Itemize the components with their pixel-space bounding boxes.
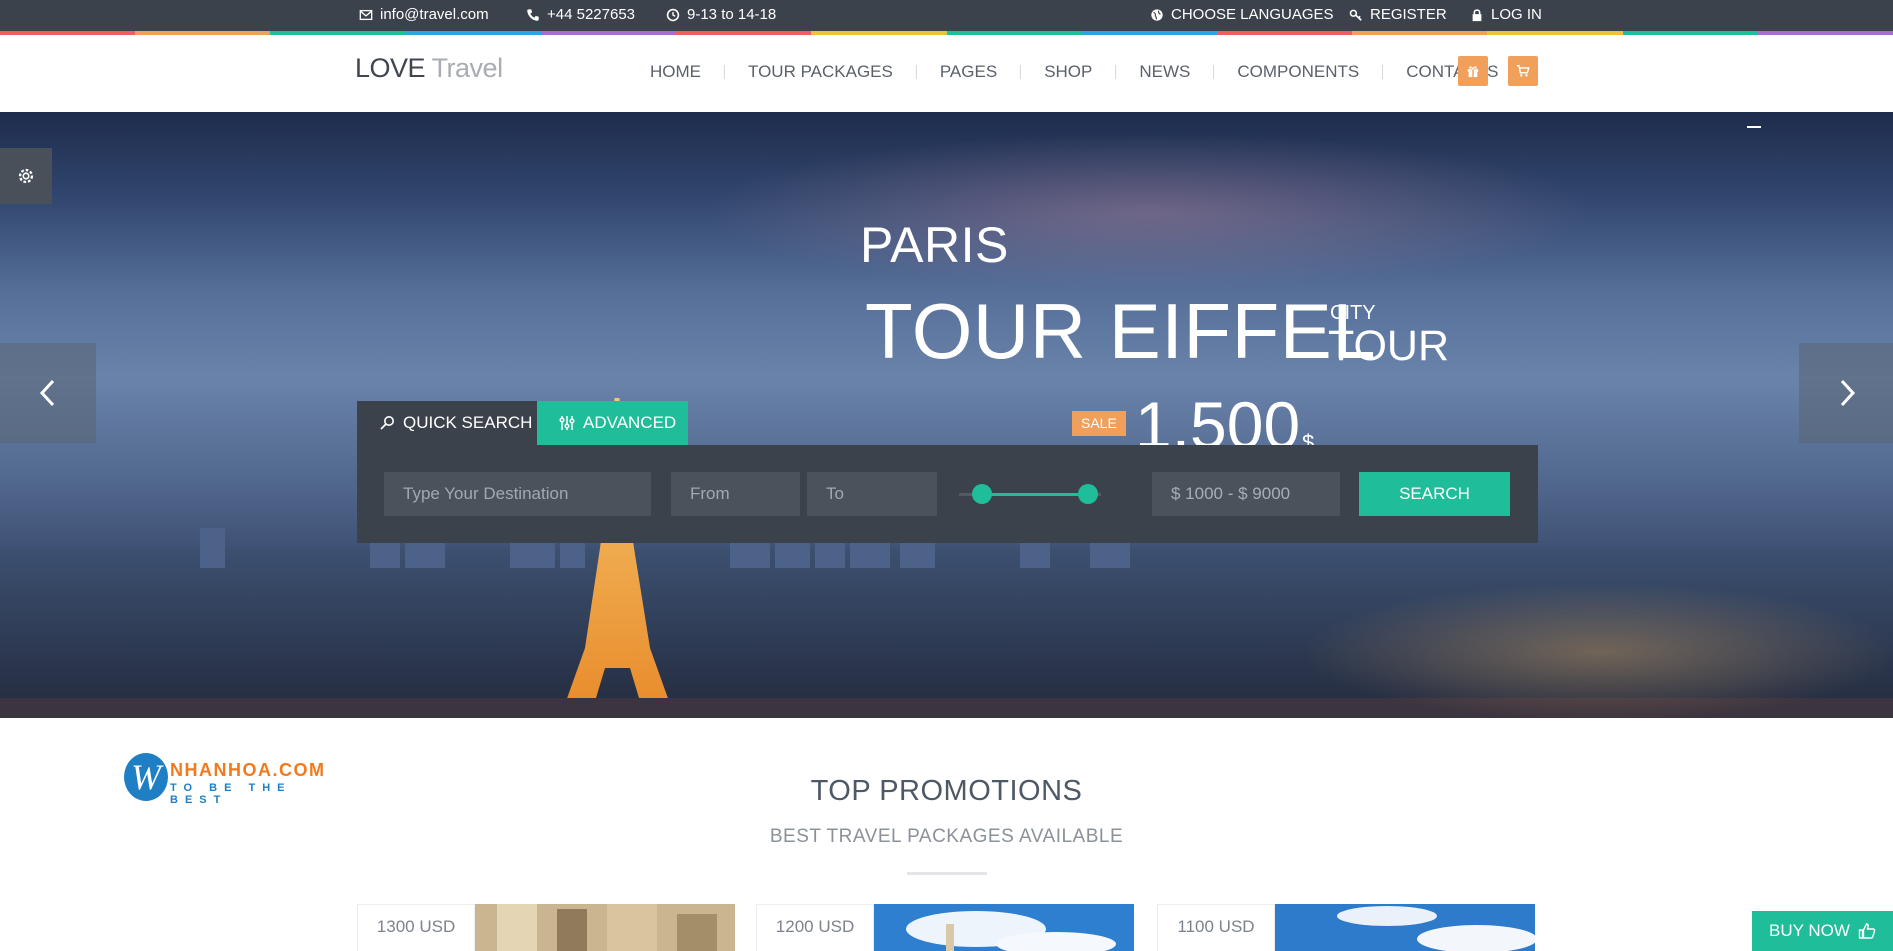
chevron-left-icon (39, 379, 55, 407)
thumbs-up-icon (1858, 923, 1876, 939)
slider-min-handle[interactable] (971, 484, 992, 504)
tab-quick-search-label: QUICK SEARCH (403, 413, 533, 432)
phone-text: +44 5227653 (547, 6, 636, 23)
main-nav: HOME TOUR PACKAGES PAGES SHOP NEWS COMPO… (650, 62, 1498, 82)
slide-title: TOUR EIFFEL (865, 287, 1377, 375)
login-label: LOG IN (1491, 6, 1542, 23)
slide-tag-large: TOUR (1328, 322, 1450, 370)
sale-badge: SALE (1072, 411, 1126, 436)
gear-icon (18, 168, 34, 184)
destination-input[interactable] (384, 472, 651, 516)
slide-city: PARIS (860, 217, 1009, 273)
promo-card[interactable]: 1100 USD (1157, 904, 1535, 951)
lock-icon (1472, 8, 1482, 21)
nav-pages[interactable]: PAGES (940, 62, 997, 82)
section-divider (907, 872, 987, 875)
promo-price-tag: 1300 USD (357, 904, 475, 951)
sliders-icon (559, 416, 575, 430)
section-title: TOP PROMOTIONS (810, 775, 1083, 807)
nav-tour-packages[interactable]: TOUR PACKAGES (748, 62, 893, 82)
login-link[interactable]: LOG IN (1470, 6, 1542, 23)
cart-button[interactable] (1508, 56, 1538, 86)
register-label: REGISTER (1370, 6, 1447, 23)
languages-label: CHOOSE LANGUAGES (1171, 6, 1334, 23)
email-text: info@travel.com (380, 6, 489, 23)
key-icon (1349, 9, 1362, 21)
slider-max-handle[interactable] (1078, 484, 1099, 504)
globe-icon (1151, 8, 1163, 21)
tab-quick-search[interactable]: QUICK SEARCH (357, 401, 537, 445)
envelope-icon (359, 9, 373, 20)
buy-now-label: BUY NOW (1769, 921, 1850, 940)
site-logo[interactable]: LOVE Travel (355, 53, 503, 84)
promo-card[interactable]: 1300 USD (357, 904, 735, 951)
clock-icon (666, 8, 680, 21)
choose-languages-link[interactable]: CHOOSE LANGUAGES (1150, 6, 1334, 23)
cart-icon (1516, 65, 1530, 77)
nav-home[interactable]: HOME (650, 62, 701, 82)
gift-button[interactable] (1458, 56, 1488, 86)
chevron-right-icon (1840, 379, 1856, 407)
top-bar: info@travel.com +44 5227653 9-13 to 14-1… (0, 0, 1893, 31)
nav-divider (1213, 65, 1215, 79)
price-range-display: $ 1000 - $ 9000 (1152, 472, 1340, 516)
promo-price-tag: 1200 USD (756, 904, 874, 951)
search-icon (380, 416, 394, 430)
nav-divider (1382, 65, 1384, 79)
promo-card[interactable]: 1200 USD (756, 904, 1134, 951)
logo-sub-text: Travel (431, 53, 504, 83)
from-date-input[interactable] (671, 472, 800, 516)
opening-hours: 9-13 to 14-18 (666, 6, 776, 23)
next-slide-button[interactable] (1799, 343, 1893, 443)
search-button[interactable]: SEARCH (1359, 472, 1510, 516)
tab-advanced[interactable]: ADVANCED (537, 401, 688, 445)
nav-divider (724, 65, 725, 79)
hero-slider: PARIS TOUR EIFFEL CITY TOUR SALE 1.500 $ (0, 112, 1893, 718)
sky-glow (700, 132, 1600, 292)
phone-icon (527, 8, 539, 21)
hours-text: 9-13 to 14-18 (687, 6, 777, 23)
contact-phone[interactable]: +44 5227653 (526, 6, 635, 23)
city-lights-glow (1300, 582, 1893, 718)
nav-divider (915, 65, 917, 79)
slide-indicator[interactable] (1747, 126, 1761, 128)
register-link[interactable]: REGISTER (1349, 6, 1447, 23)
settings-toggle[interactable] (0, 148, 52, 204)
site-header: LOVE Travel HOME TOUR PACKAGES PAGES SHO… (0, 35, 1893, 112)
section-subtitle: BEST TRAVEL PACKAGES AVAILABLE (769, 826, 1124, 847)
to-date-input[interactable] (807, 472, 937, 516)
promo-price-tag: 1100 USD (1157, 904, 1275, 951)
search-panel: $ 1000 - $ 9000 SEARCH (357, 445, 1538, 543)
contact-email[interactable]: info@travel.com (359, 6, 489, 23)
logo-main-text: LOVE (355, 53, 426, 83)
prev-slide-button[interactable] (0, 343, 96, 443)
gift-icon (1467, 66, 1479, 78)
nav-components[interactable]: COMPONENTS (1237, 62, 1359, 82)
nav-divider (1020, 65, 1022, 79)
slider-range-fill (981, 493, 1089, 496)
tab-advanced-label: ADVANCED (583, 413, 677, 432)
nav-divider (1115, 65, 1117, 79)
buy-now-button[interactable]: BUY NOW (1752, 911, 1893, 951)
nav-shop[interactable]: SHOP (1044, 62, 1092, 82)
nav-news[interactable]: NEWS (1139, 62, 1190, 82)
